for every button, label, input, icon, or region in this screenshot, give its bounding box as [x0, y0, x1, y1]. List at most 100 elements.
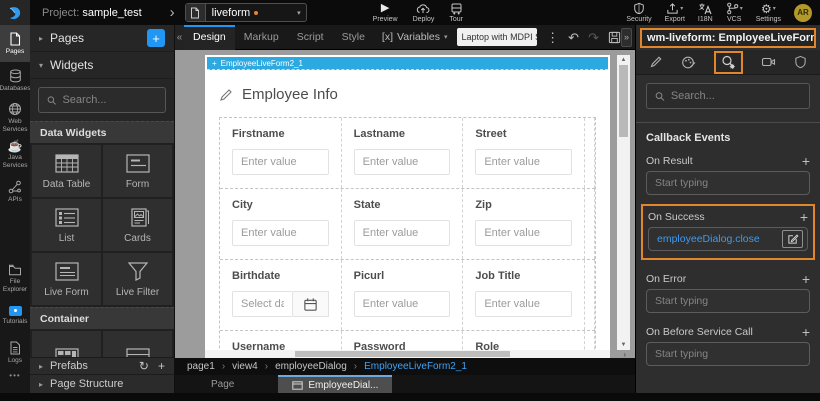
tab-script[interactable]: Script [288, 25, 333, 50]
date-picker-button[interactable] [293, 291, 329, 317]
date-input[interactable] [232, 291, 293, 317]
widgets-search[interactable] [38, 87, 166, 113]
event-value-box[interactable]: employeeDialog.close [648, 227, 808, 251]
security-button[interactable]: Security [626, 2, 651, 23]
rail-item-apis[interactable]: APIs [0, 173, 30, 210]
field-input[interactable] [354, 149, 451, 175]
widget-tile-list[interactable]: List [32, 199, 101, 251]
widget-tile-layout-grid[interactable] [32, 331, 101, 357]
scroll-right-icon[interactable]: › [623, 350, 626, 358]
widget-tile-data-table[interactable]: Data Table [32, 145, 101, 197]
scroll-down-icon[interactable]: ▼ [621, 340, 627, 350]
widget-tile-live-filter[interactable]: Live Filter [103, 253, 172, 305]
rail-item-databases[interactable]: Databases [0, 62, 30, 99]
breadcrumb-employeeliveform[interactable]: EmployeeLiveForm2_1 [364, 361, 467, 372]
edit-event-button[interactable] [782, 230, 803, 248]
add-event-icon[interactable]: + [802, 154, 810, 168]
rail-item-logs[interactable]: Logs [0, 334, 30, 371]
variables-button[interactable]: [x] Variables ▾ [382, 31, 448, 43]
rail-overflow-button[interactable]: ••• [0, 371, 30, 393]
tab-page[interactable]: Page [197, 375, 248, 393]
widget-tile-form[interactable]: Form [103, 145, 172, 197]
field-input[interactable] [232, 149, 329, 175]
tab-style[interactable]: Style [333, 25, 374, 50]
event-input[interactable] [646, 289, 810, 313]
app-logo[interactable] [0, 0, 30, 25]
canvas-vertical-scrollbar[interactable]: ▲ ▼ [617, 55, 630, 350]
page-selector-dropdown[interactable]: liveform ▾ [185, 3, 307, 22]
pages-section-header[interactable]: ▸ Pages + [30, 25, 174, 52]
event-input[interactable] [646, 342, 810, 366]
tab-employee-dialog[interactable]: EmployeeDial... [278, 375, 392, 393]
vcs-button[interactable]: ▾ VCS [726, 2, 743, 23]
tour-button[interactable]: Tour [449, 2, 463, 23]
properties-search[interactable] [646, 83, 810, 109]
container-widgets-header[interactable]: Container [30, 307, 174, 329]
widget-tile-live-form[interactable]: Live Form [32, 253, 101, 305]
widgets-search-input[interactable] [62, 94, 157, 106]
rail-item-java-services[interactable]: ☕ Java Services [0, 136, 30, 173]
undo-icon[interactable]: ↶ [568, 31, 579, 44]
tab-properties[interactable] [649, 55, 663, 69]
settings-button[interactable]: ⚙ ▾ Settings [756, 2, 781, 23]
field-input[interactable] [354, 291, 451, 317]
tab-design[interactable]: Design [184, 25, 235, 50]
collapse-left-panel-button[interactable]: « [175, 25, 184, 50]
widget-tile-panel[interactable] [103, 331, 172, 357]
field-input[interactable] [354, 220, 451, 246]
rail-item-web-services[interactable]: Web Services [0, 99, 30, 136]
export-button[interactable]: ▾ Export [665, 2, 685, 23]
data-widgets-header[interactable]: Data Widgets [30, 121, 174, 143]
add-page-button[interactable]: + [147, 29, 165, 47]
field-label: Username [232, 341, 329, 350]
device-selector[interactable]: Laptop with MDPI Screen ▾ [457, 28, 538, 46]
kebab-menu-icon[interactable]: ⋮ [546, 31, 559, 44]
field-input[interactable] [232, 220, 329, 246]
canvas-horizontal-scrollbar[interactable] [205, 350, 610, 358]
breadcrumb-separator: › [265, 361, 268, 372]
user-avatar[interactable]: AR [794, 4, 812, 22]
add-event-icon[interactable]: + [802, 272, 810, 286]
form-title-row[interactable]: Employee Info [219, 86, 596, 103]
rail-item-pages[interactable]: Pages [0, 25, 30, 62]
deploy-button[interactable]: Deploy [413, 2, 435, 23]
field-label: Lastname [354, 128, 451, 140]
rail-item-file-explorer[interactable]: File Explorer [0, 260, 30, 297]
tab-events[interactable] [714, 51, 743, 74]
selected-widget-bar[interactable]: + EmployeeLiveForm2_1 [207, 57, 608, 70]
tab-markup[interactable]: Markup [235, 25, 288, 50]
scroll-up-icon[interactable]: ▲ [621, 55, 627, 65]
tab-devices[interactable] [761, 56, 776, 68]
i18n-button[interactable]: I18N [698, 2, 713, 23]
event-input[interactable] [646, 171, 810, 195]
breadcrumb-view4[interactable]: view4 [232, 361, 258, 372]
field-input[interactable] [475, 291, 572, 317]
preview-button[interactable]: ▶ Preview [373, 2, 398, 23]
field-input[interactable] [475, 220, 572, 246]
widget-tile-cards[interactable]: Cards [103, 199, 172, 251]
widgets-section-header[interactable]: ▾ Widgets [30, 52, 174, 79]
layout-grid-icon [54, 347, 80, 358]
prefabs-section-header[interactable]: ▸ Prefabs ↻ + [30, 357, 174, 374]
breadcrumb-employeedialog[interactable]: employeeDialog [275, 361, 347, 372]
redo-icon[interactable]: ↷ [588, 31, 599, 44]
page-structure-section-header[interactable]: ▸ Page Structure [30, 374, 174, 393]
add-event-icon[interactable]: + [800, 210, 808, 224]
expand-right-panel-button[interactable]: » [621, 28, 632, 47]
properties-search-input[interactable] [671, 90, 801, 102]
add-event-icon[interactable]: + [802, 325, 810, 339]
add-prefab-icon[interactable]: + [158, 360, 165, 372]
bottom-status-strip [0, 393, 820, 401]
breadcrumb-page1[interactable]: page1 [187, 361, 215, 372]
field-input[interactable] [475, 149, 572, 175]
canvas-page: + EmployeeLiveForm2_1 Employee Info Firs… [205, 55, 610, 350]
scrollbar-thumb[interactable] [619, 65, 628, 137]
tab-styles[interactable] [681, 55, 696, 69]
scrollbar-thumb[interactable] [295, 351, 510, 357]
rail-item-tutorials[interactable]: Tutorials [0, 297, 30, 334]
tab-security[interactable] [794, 55, 807, 69]
refresh-icon[interactable]: ↻ [139, 360, 149, 372]
save-icon[interactable] [608, 31, 621, 44]
event-handler-link[interactable]: employeeDialog.close [657, 233, 760, 245]
utility-actions: Security ▾ Export I18N ▾ VC [626, 2, 812, 23]
